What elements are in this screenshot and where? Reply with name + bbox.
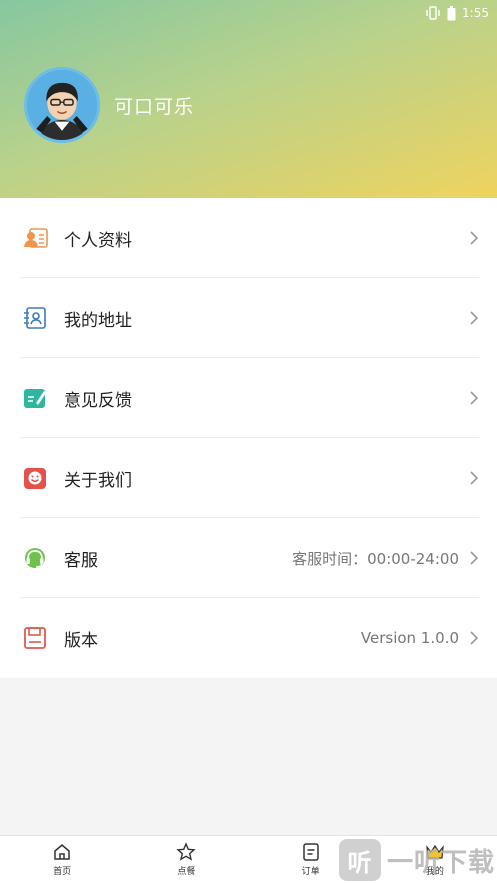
tab-label-order-food: 点餐 — [177, 867, 196, 877]
service-hours: 客服时间：00:00-24:00 — [292, 549, 459, 568]
avatar-illustration — [27, 70, 97, 140]
order-list-icon — [302, 843, 319, 861]
settings-menu: 个人资料 我的地址 意见反馈 关于我们 客服 客服时间：00:00-24:00 … — [0, 198, 497, 678]
tab-home[interactable]: 首页 — [32, 842, 92, 877]
watermark-badge: 听 — [338, 839, 381, 881]
tab-label-orders: 订单 — [301, 867, 320, 877]
menu-item-address[interactable]: 我的地址 — [0, 278, 497, 358]
mine-screen: 1:55 可口可乐 个人资料 我的地址 意见反馈 关于我们 客服 客服时间：00… — [0, 0, 497, 883]
menu-item-about[interactable]: 关于我们 — [0, 438, 497, 518]
tab-order-food[interactable]: 点餐 — [156, 842, 216, 877]
watermark-text: 一听下载 — [386, 847, 495, 878]
menu-item-profile[interactable]: 个人资料 — [0, 198, 497, 278]
menu-item-customer-service[interactable]: 客服 客服时间：00:00-24:00 — [0, 518, 497, 598]
status-bar: 1:55 — [425, 4, 489, 22]
profile-header: 1:55 可口可乐 — [0, 0, 497, 198]
menu-item-version[interactable]: 版本 Version 1.0.0 — [0, 598, 497, 678]
home-icon — [54, 844, 70, 860]
profile-section[interactable]: 可口可乐 — [24, 67, 194, 143]
menu-label-version: 版本 — [64, 630, 98, 651]
save-disk-icon — [24, 627, 46, 649]
vibrate-icon — [426, 6, 440, 20]
chevron-right-icon — [470, 231, 479, 245]
address-book-icon — [24, 307, 46, 329]
watermark: 听 一听下载 — [338, 837, 495, 883]
menu-label-address: 我的地址 — [64, 310, 132, 331]
chevron-right-icon — [470, 311, 479, 325]
chevron-right-icon — [470, 471, 479, 485]
avatar[interactable] — [24, 67, 100, 143]
menu-item-feedback[interactable]: 意见反馈 — [0, 358, 497, 438]
menu-label-profile: 个人资料 — [64, 230, 132, 251]
status-time: 1:55 — [462, 6, 489, 20]
headset-icon — [25, 548, 45, 568]
version-number: Version 1.0.0 — [360, 629, 459, 647]
menu-label-about: 关于我们 — [64, 470, 132, 491]
menu-label-customer-service: 客服 — [64, 550, 98, 571]
smile-icon — [24, 468, 46, 489]
chevron-right-icon — [470, 391, 479, 405]
chevron-right-icon — [470, 631, 479, 645]
profile-card-icon — [24, 228, 48, 248]
feedback-icon — [24, 389, 46, 408]
star-icon — [176, 842, 197, 861]
chevron-right-icon — [470, 551, 479, 565]
menu-label-feedback: 意见反馈 — [64, 390, 132, 411]
battery-icon — [447, 5, 456, 20]
tab-orders[interactable]: 订单 — [281, 842, 341, 877]
tab-label-home: 首页 — [53, 867, 72, 877]
username: 可口可乐 — [114, 95, 195, 118]
